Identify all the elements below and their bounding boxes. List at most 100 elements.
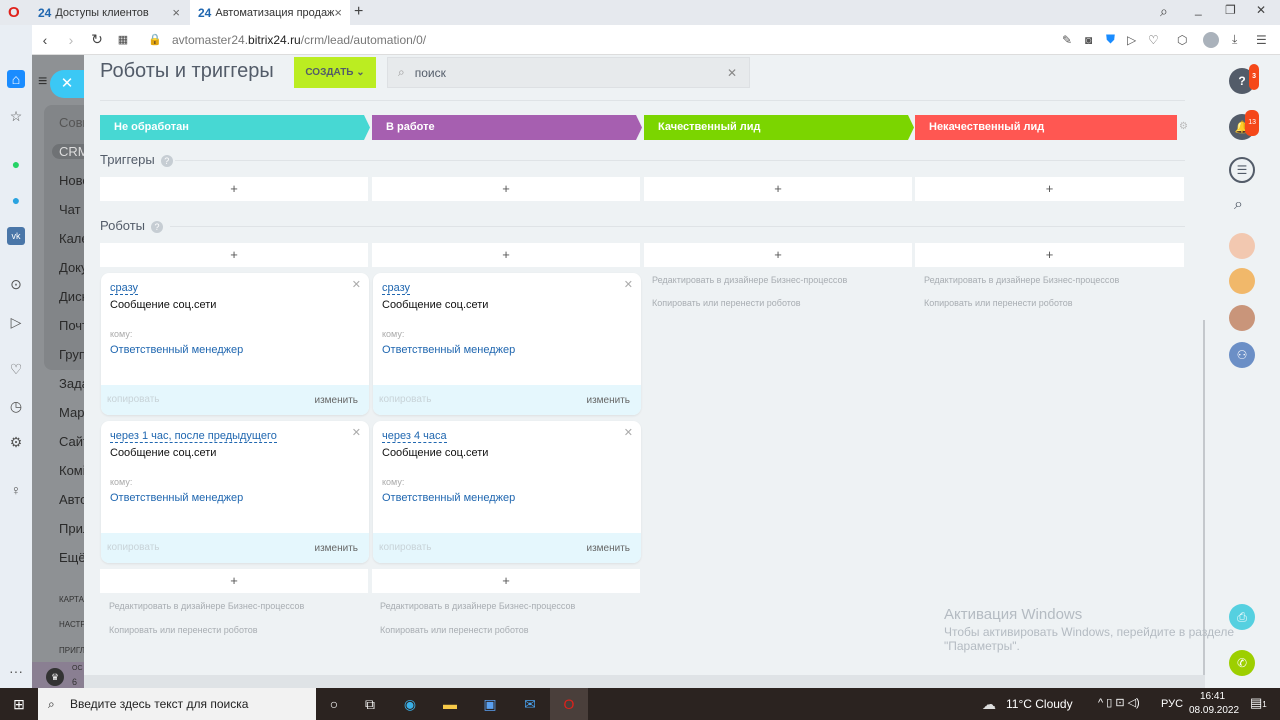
robot-card[interactable]: сразу Сообщение соц.сети ✕ кому: Ответст… — [101, 273, 369, 415]
add-trigger-button[interactable]: + — [372, 177, 640, 201]
menu-item[interactable]: Кале — [59, 231, 84, 246]
help-icon[interactable]: ? — [151, 220, 164, 233]
robot-delay-link[interactable]: через 1 час, после предыдущего — [110, 430, 277, 443]
copy-move-link[interactable]: Копировать или перенести роботов — [652, 298, 801, 308]
download-icon[interactable]: ⤓ — [1232, 32, 1237, 47]
edit-icon[interactable]: ✎ — [1062, 33, 1072, 47]
user-avatar[interactable] — [1229, 233, 1255, 259]
shield-icon[interactable]: ⛊ — [1106, 32, 1115, 47]
history-icon[interactable]: ◷ — [7, 397, 25, 415]
designer-link[interactable]: Редактировать в дизайнере Бизнес-процесс… — [652, 275, 847, 285]
close-slider-button[interactable]: ✕ — [50, 70, 84, 98]
minimize-button[interactable]: _ — [1195, 2, 1202, 16]
menu-item[interactable]: Мар — [59, 405, 84, 420]
player-icon[interactable]: ⊙ — [7, 275, 25, 293]
add-trigger-button[interactable]: + — [915, 177, 1184, 201]
taskbar-search[interactable]: ⌕ Введите здесь текст для поиска — [38, 688, 316, 720]
mail-icon[interactable]: ✉ — [521, 695, 539, 713]
user-avatar[interactable] — [1229, 305, 1255, 331]
back-button[interactable]: ‹ — [32, 32, 58, 48]
designer-link[interactable]: Редактировать в дизайнере Бизнес-процесс… — [109, 601, 304, 611]
lightbulb-icon[interactable]: ♀ — [7, 481, 25, 499]
recipient-value[interactable]: Ответственный менеджер — [382, 492, 515, 504]
close-window-button[interactable]: ✕ — [1256, 3, 1266, 17]
add-trigger-button[interactable]: + — [100, 177, 368, 201]
copy-move-link[interactable]: Копировать или перенести роботов — [109, 625, 258, 635]
avatar[interactable] — [1203, 31, 1219, 48]
add-robot-button[interactable]: + — [644, 243, 912, 267]
reload-button[interactable]: ↻ — [84, 31, 110, 48]
tabs-grid-icon[interactable]: ▦ — [110, 33, 136, 46]
copy-move-link[interactable]: Копировать или перенести роботов — [924, 298, 1073, 308]
menu-settings-link[interactable]: НАСТР — [59, 620, 84, 629]
new-tab-button[interactable]: + — [354, 3, 363, 21]
add-robot-button[interactable]: + — [100, 569, 368, 593]
robot-card[interactable]: сразу Сообщение соц.сети ✕ кому: Ответст… — [373, 273, 641, 415]
menu-item[interactable]: Ново — [59, 173, 84, 188]
help-icon[interactable]: ? — [160, 154, 173, 167]
menu-icon[interactable]: ≡ — [38, 73, 47, 91]
phone-icon[interactable]: ✆ — [1229, 650, 1255, 676]
camera-icon[interactable]: ◙ — [1085, 33, 1092, 47]
robot-delay-link[interactable]: сразу — [110, 282, 139, 295]
cortana-icon[interactable]: ○ — [325, 695, 343, 713]
copy-button[interactable]: копировать — [107, 542, 160, 553]
url-field[interactable]: avtomaster24.bitrix24.ru/crm/lead/automa… — [172, 33, 426, 47]
delete-icon[interactable]: ✕ — [624, 278, 633, 291]
help-button[interactable]: ? 3 — [1229, 64, 1259, 94]
menu-item[interactable]: Ещё — [59, 550, 84, 565]
opera-taskbar-button[interactable]: O — [550, 688, 588, 720]
language-indicator[interactable]: РУС — [1161, 698, 1183, 710]
close-icon[interactable]: × — [334, 5, 342, 20]
heart-icon[interactable]: ♡ — [1148, 33, 1159, 47]
more-icon[interactable]: ··· — [7, 662, 25, 680]
opera-logo-icon[interactable]: O — [8, 4, 20, 21]
store-icon[interactable]: ▣ — [481, 695, 499, 713]
home-icon[interactable]: ⌂ — [7, 70, 25, 88]
add-trigger-button[interactable]: + — [644, 177, 912, 201]
stage-settings-icon[interactable]: ⚙ — [1179, 121, 1188, 132]
vk-icon[interactable]: vk — [7, 227, 25, 245]
stage-new[interactable]: Не обработан — [100, 115, 370, 140]
notifications-button[interactable]: 🔔 13 — [1229, 110, 1259, 140]
stage-in-progress[interactable]: В работе — [372, 115, 642, 140]
tab-clients[interactable]: 24 Доступы клиентов × — [30, 0, 188, 25]
robot-card[interactable]: через 4 часа Сообщение соц.сети ✕ кому: … — [373, 421, 641, 563]
designer-link[interactable]: Редактировать в дизайнере Бизнес-процесс… — [924, 275, 1119, 285]
edit-button[interactable]: изменить — [314, 543, 358, 554]
stage-quality[interactable]: Качественный лид — [644, 115, 914, 140]
menu-item[interactable]: Чат и — [59, 202, 84, 217]
group-chat-icon[interactable]: ⚇ — [1229, 342, 1255, 368]
cube-icon[interactable]: ⬡ — [1177, 33, 1187, 47]
restore-button[interactable]: ❐ — [1225, 3, 1236, 17]
weather-text[interactable]: 11°C Cloudy — [1006, 697, 1073, 711]
edge-icon[interactable]: ◉ — [401, 695, 419, 713]
robot-card[interactable]: через 1 час, после предыдущего Сообщение… — [101, 421, 369, 563]
copy-move-link[interactable]: Копировать или перенести роботов — [380, 625, 529, 635]
tray-icons[interactable]: ^ ▯ ⊡ ◁) — [1098, 696, 1140, 709]
search-input[interactable]: ⌕ поиск ✕ — [387, 57, 750, 88]
delete-icon[interactable]: ✕ — [624, 426, 633, 439]
menu-item[interactable]: Диск — [59, 289, 84, 304]
add-robot-button[interactable]: + — [100, 243, 368, 267]
forward-button[interactable]: › — [58, 32, 84, 48]
notification-center-icon[interactable]: ▤1 — [1250, 695, 1267, 711]
plan-block[interactable]: ♛ ОС 6 Д — [32, 662, 84, 688]
settings-icon[interactable]: ☰ — [1256, 33, 1267, 47]
robot-delay-link[interactable]: через 4 часа — [382, 430, 447, 443]
menu-item[interactable]: Комі — [59, 463, 84, 478]
edit-button[interactable]: изменить — [586, 543, 630, 554]
chat-icon[interactable]: ☰ — [1229, 157, 1255, 183]
copy-button[interactable]: копировать — [379, 542, 432, 553]
menu-item[interactable]: Прил — [59, 521, 84, 536]
menu-item[interactable]: Зада — [59, 376, 84, 391]
delete-icon[interactable]: ✕ — [352, 278, 361, 291]
menu-item[interactable]: Доку — [59, 260, 84, 275]
tab-automation[interactable]: 24 Автоматизация продаж × — [190, 0, 350, 25]
edit-button[interactable]: изменить — [586, 395, 630, 406]
designer-link[interactable]: Редактировать в дизайнере Бизнес-процесс… — [380, 601, 575, 611]
robot-delay-link[interactable]: сразу — [382, 282, 411, 295]
menu-item[interactable]: Почт — [59, 318, 84, 333]
user-avatar[interactable] — [1229, 268, 1255, 294]
add-robot-button[interactable]: + — [915, 243, 1184, 267]
